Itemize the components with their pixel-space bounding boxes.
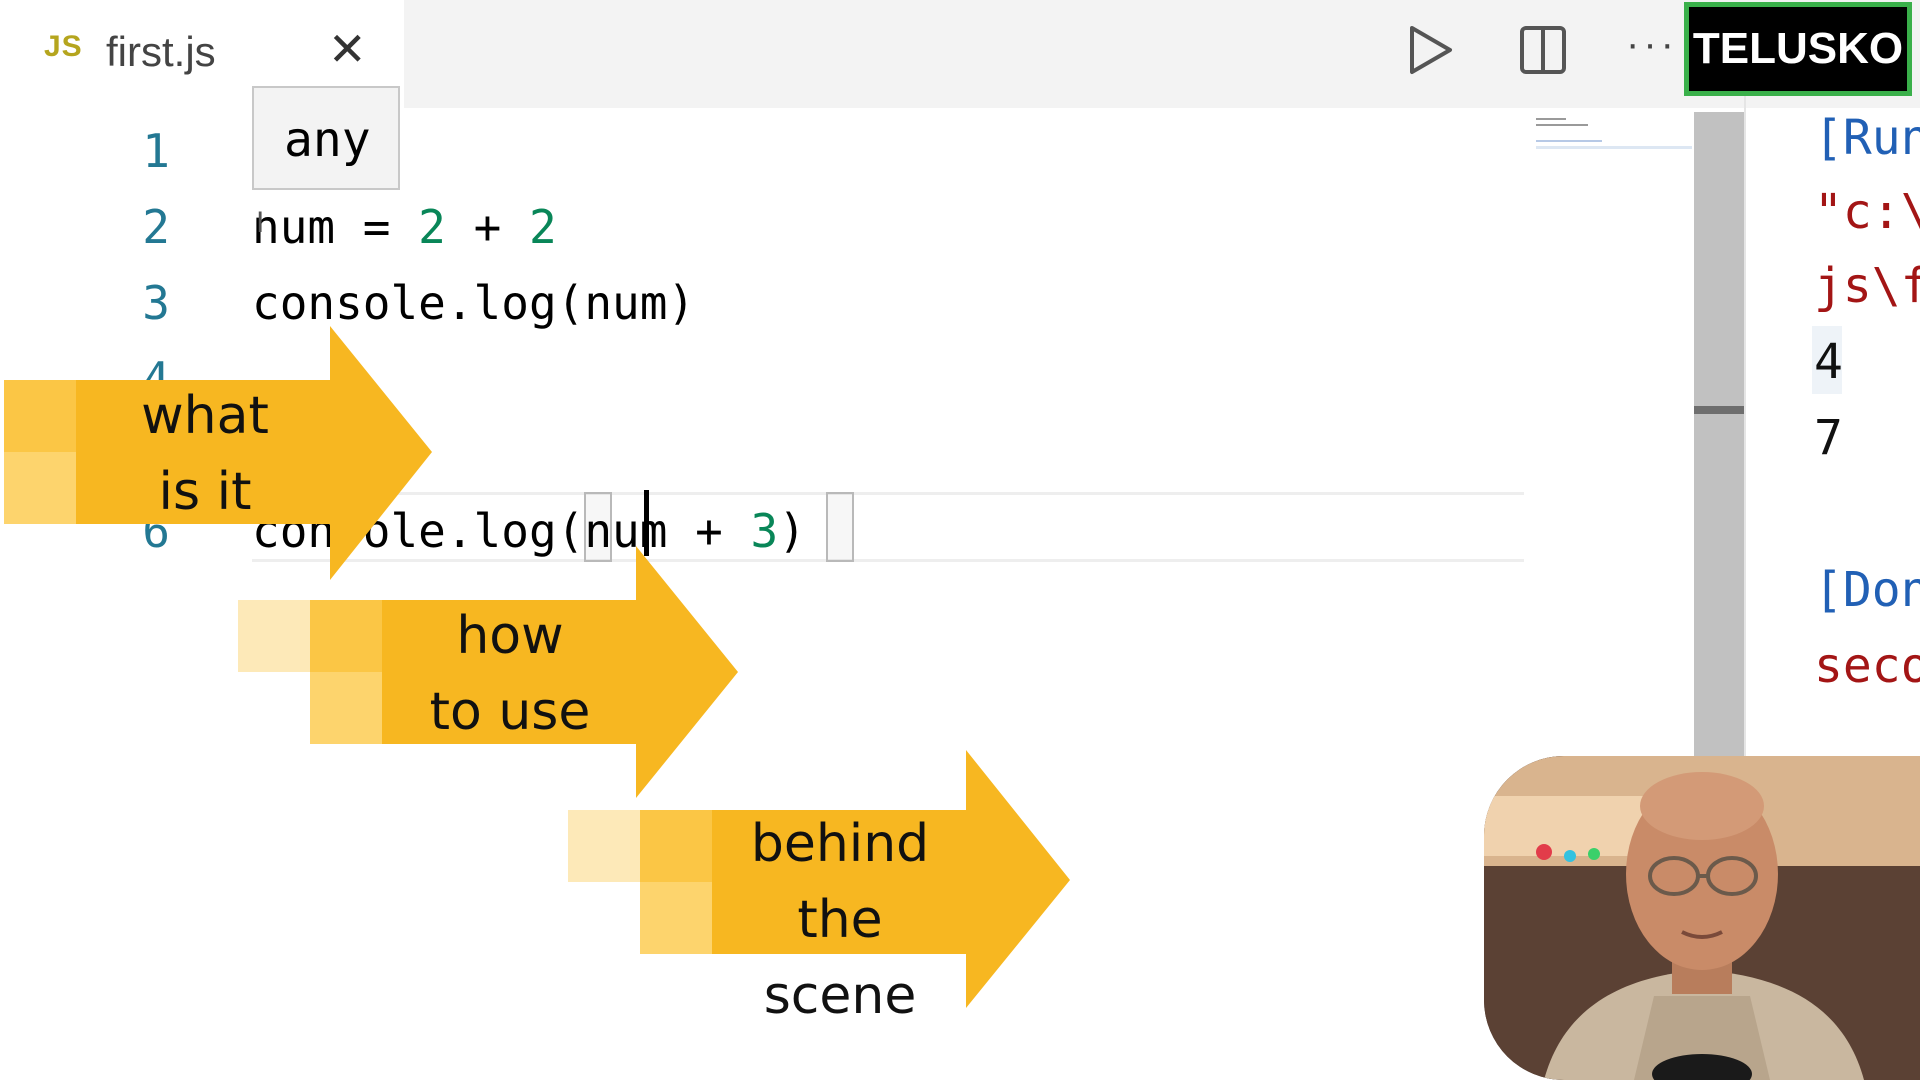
arrow-label: behind the scene	[750, 814, 930, 1026]
presenter-webcam	[1484, 756, 1920, 1080]
code-token: num =	[252, 200, 419, 254]
line-number: 3	[142, 276, 170, 330]
close-icon[interactable]: ✕	[328, 26, 367, 72]
code-number: 3	[750, 504, 779, 558]
arrow-label: what is it	[141, 386, 269, 522]
minimap[interactable]	[1536, 116, 1692, 156]
output-line: 4	[1814, 334, 1843, 390]
presenter-video-frame	[1484, 756, 1920, 1080]
arrow-label: how to use	[429, 606, 591, 742]
output-line: seco	[1814, 638, 1920, 694]
code-token: )	[778, 504, 806, 558]
output-line: js\f	[1814, 258, 1920, 314]
play-icon[interactable]	[1406, 24, 1456, 76]
code-line-2[interactable]: num = 2 + 2	[252, 200, 557, 254]
more-actions-icon[interactable]: ···	[1626, 22, 1678, 74]
code-token: +	[445, 200, 529, 254]
tab-filename[interactable]: first.js	[106, 28, 216, 76]
ibeam-cursor-icon: I	[256, 206, 265, 239]
type-hover-tooltip: any	[252, 86, 400, 190]
output-line: "c:\	[1814, 184, 1920, 240]
split-editor-icon[interactable]	[1518, 24, 1568, 76]
bracket-match-close	[826, 492, 854, 562]
javascript-file-icon: JS	[44, 30, 83, 63]
code-number: 2	[418, 200, 446, 254]
output-line: 7	[1814, 410, 1843, 466]
telusko-logo: TELUSKO	[1684, 2, 1912, 96]
tooltip-text: any	[284, 112, 371, 168]
line-number: 2	[142, 200, 170, 254]
output-line: [Don	[1814, 562, 1920, 618]
code-line-3[interactable]: console.log(num)	[252, 276, 695, 330]
output-line: [Run	[1814, 110, 1920, 166]
line-number: 1	[142, 124, 170, 178]
code-number: 2	[528, 200, 557, 254]
scrollbar-position-marker[interactable]	[1694, 406, 1744, 414]
